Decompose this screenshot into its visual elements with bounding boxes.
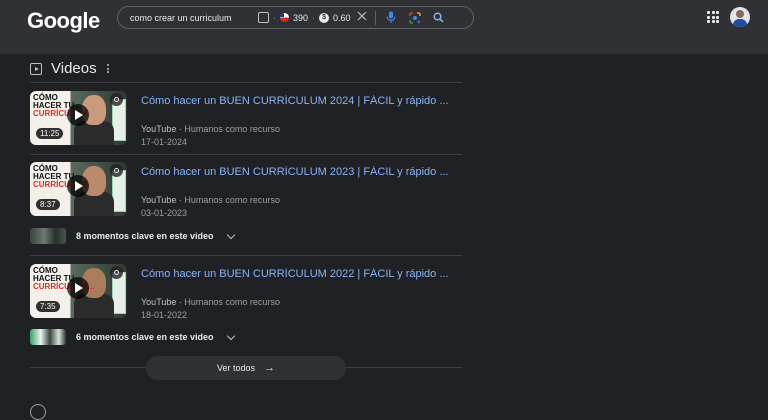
- account-avatar[interactable]: [730, 7, 750, 27]
- video-duration: 7:35: [36, 301, 60, 312]
- divider: [30, 154, 462, 155]
- video-channel: Humanos como recurso: [184, 195, 280, 205]
- video-channel: Humanos como recurso: [184, 124, 280, 134]
- video-result: CÓMO HACER TU CURRÍCULUM... 7:35 Cómo ha…: [30, 264, 462, 324]
- dot-separator: ·: [178, 124, 182, 134]
- video-thumbnail[interactable]: CÓMO HACER TU CURRÍCULUM 8:37: [30, 162, 127, 216]
- search-input[interactable]: como crear un curriculum: [130, 13, 258, 23]
- extension-value-1: 390: [293, 12, 309, 23]
- clock-icon: [110, 164, 123, 177]
- video-result: CÓMO HACER TU CURRÍCULUM 8:37 Cómo hacer…: [30, 162, 462, 222]
- play-icon[interactable]: [67, 104, 89, 126]
- chile-flag-icon: [280, 13, 289, 22]
- google-lens-icon: [408, 11, 421, 24]
- dot-separator: ·: [178, 297, 182, 307]
- video-date: 03-01-2023: [141, 208, 188, 218]
- videos-section-header: Videos: [30, 60, 109, 77]
- video-thumbnail[interactable]: CÓMO HACER TU CURRÍCULUM 11:25: [30, 91, 127, 145]
- video-date: 17-01-2024: [141, 137, 188, 147]
- site-favicon: [30, 404, 46, 420]
- extension-value-2: 0.60: [333, 12, 351, 23]
- video-meta: YouTube · Humanos como recurso: [141, 124, 280, 134]
- google-logo[interactable]: Google: [27, 8, 100, 34]
- search-submit-button[interactable]: [432, 11, 446, 25]
- chevron-down-icon: [226, 230, 235, 239]
- video-source: YouTube: [141, 195, 177, 205]
- video-meta: YouTube · Humanos como recurso: [141, 195, 280, 205]
- clock-icon: [110, 93, 123, 106]
- section-title: Videos: [51, 60, 97, 77]
- view-all-label: Ver todos: [216, 363, 256, 373]
- more-options-icon[interactable]: [106, 64, 109, 73]
- video-source: YouTube: [141, 124, 177, 134]
- divider: [30, 82, 462, 83]
- video-channel: Humanos como recurso: [184, 297, 280, 307]
- next-result-peek: [30, 404, 46, 420]
- dollar-coin-icon: $: [319, 12, 330, 23]
- lens-search-button[interactable]: [408, 11, 422, 25]
- play-icon[interactable]: [67, 175, 89, 197]
- key-moments-thumbnail: [30, 329, 66, 345]
- key-moments-toggle[interactable]: 6 momentos clave en este video: [30, 328, 235, 346]
- dot-separator: ·: [312, 12, 316, 23]
- search-icon: [433, 12, 444, 23]
- view-all-button[interactable]: Ver todos →: [146, 356, 346, 380]
- video-meta: YouTube · Humanos como recurso: [141, 297, 280, 307]
- voice-search-button[interactable]: [384, 11, 398, 25]
- search-divider: [374, 10, 376, 25]
- video-date: 18-01-2022: [141, 310, 188, 320]
- chevron-down-icon: [226, 331, 235, 340]
- search-box[interactable]: como crear un curriculum · 390 · $ 0.60: [117, 6, 474, 29]
- microphone-icon: [386, 11, 395, 23]
- key-moments-label: 8 momentos clave en este video: [76, 231, 214, 241]
- extension-widget: · 390 · $ 0.60: [258, 12, 351, 23]
- video-title-link[interactable]: Cómo hacer un BUEN CURRÍCULUM 2024 | FÁC…: [141, 95, 456, 107]
- key-moments-thumbnail: [30, 228, 66, 244]
- clear-search-button[interactable]: [357, 11, 367, 24]
- close-icon: [357, 11, 366, 21]
- divider: [30, 255, 462, 256]
- top-bar: Google como crear un curriculum · 390 · …: [0, 0, 768, 54]
- video-result: CÓMO HACER TU CURRÍCULUM 11:25 Cómo hace…: [30, 91, 462, 151]
- video-title-link[interactable]: Cómo hacer un BUEN CURRÍCULUM 2022 | FÁC…: [141, 268, 456, 280]
- checkbox-icon[interactable]: [258, 12, 269, 23]
- play-icon[interactable]: [67, 277, 89, 299]
- video-thumbnail[interactable]: CÓMO HACER TU CURRÍCULUM... 7:35: [30, 264, 127, 318]
- video-source: YouTube: [141, 297, 177, 307]
- video-duration: 8:37: [36, 199, 60, 210]
- video-title-link[interactable]: Cómo hacer un BUEN CURRÍCULUM 2023 | FÁC…: [141, 166, 456, 178]
- key-moments-label: 6 momentos clave en este video: [76, 332, 214, 342]
- video-icon: [30, 62, 42, 75]
- arrow-right-icon: →: [264, 362, 276, 374]
- google-apps-icon[interactable]: [707, 11, 719, 23]
- dot-separator: ·: [273, 12, 276, 23]
- video-duration: 11:25: [36, 128, 64, 139]
- clock-icon: [110, 266, 123, 279]
- key-moments-toggle[interactable]: 8 momentos clave en este video: [30, 227, 235, 245]
- dot-separator: ·: [178, 195, 182, 205]
